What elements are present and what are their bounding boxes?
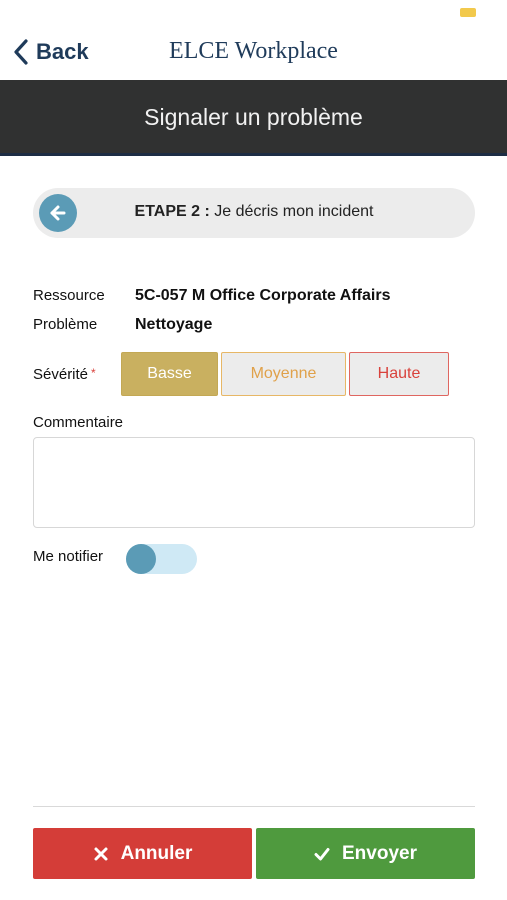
severity-high-button[interactable]: Haute	[349, 352, 449, 396]
toggle-knob	[126, 544, 156, 574]
chevron-left-icon	[14, 39, 28, 65]
checkmark-icon	[314, 847, 330, 860]
resource-value: 5C-057 M Office Corporate Affairs	[135, 287, 391, 304]
severity-low-button[interactable]: Basse	[121, 352, 218, 396]
navigation-bar: Back ELCE Workplace	[0, 24, 507, 80]
battery-icon	[460, 8, 476, 17]
close-icon	[94, 847, 108, 860]
send-label: Envoyer	[342, 842, 417, 864]
page-title: Signaler un problème	[144, 104, 363, 130]
problem-label: Problème	[33, 316, 98, 333]
resource-label: Ressource	[33, 287, 105, 304]
back-button[interactable]: Back	[12, 36, 89, 68]
step-description: Je décris mon incident	[214, 203, 374, 220]
required-marker: *	[91, 366, 96, 380]
comment-label: Commentaire	[33, 414, 124, 431]
footer-divider	[33, 806, 475, 807]
step-label: ETAPE 2 :	[134, 203, 210, 220]
cancel-button[interactable]: Annuler	[33, 828, 252, 879]
cancel-label: Annuler	[120, 842, 193, 864]
notify-toggle[interactable]	[126, 544, 197, 574]
step-text: ETAPE 2 : Je décris mon incident	[33, 203, 475, 221]
back-label: Back	[36, 39, 89, 64]
severity-label: Sévérité	[33, 366, 89, 383]
problem-value: Nettoyage	[135, 316, 213, 333]
page-header: Signaler un problème	[0, 80, 507, 156]
severity-field-label: Sévérité *	[33, 366, 96, 383]
send-button[interactable]: Envoyer	[256, 828, 475, 879]
comment-textarea[interactable]	[33, 437, 475, 528]
step-indicator: ETAPE 2 : Je décris mon incident	[33, 188, 475, 238]
notify-label: Me notifier	[33, 548, 104, 565]
severity-medium-button[interactable]: Moyenne	[221, 352, 346, 396]
